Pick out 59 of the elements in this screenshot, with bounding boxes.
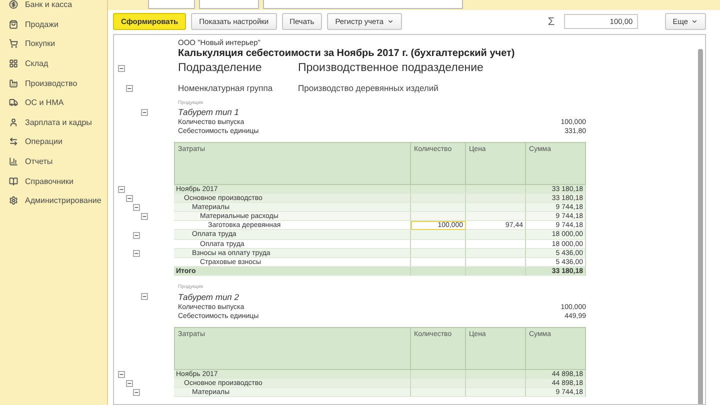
- sidebar-item[interactable]: Справочники: [0, 171, 107, 191]
- shopping-bag-icon: [9, 20, 18, 29]
- sidebar-item[interactable]: Администрирование: [0, 190, 107, 211]
- collapse-icon[interactable]: [118, 64, 125, 72]
- collapse-icon[interactable]: [118, 370, 125, 378]
- table-cell: [466, 230, 526, 240]
- table-cell[interactable]: [411, 194, 466, 204]
- caret-icon: [386, 18, 394, 25]
- book-icon: [9, 176, 18, 186]
- sidebar-item[interactable]: Зарплата и кадры: [0, 112, 107, 132]
- collapse-icon[interactable]: [126, 195, 132, 202]
- table-cell[interactable]: [411, 185, 466, 194]
- department-value: Производственное подразделение: [298, 62, 484, 74]
- table-cell: [466, 379, 526, 388]
- collapse-icon[interactable]: [133, 389, 140, 396]
- collapse-icon[interactable]: [126, 84, 132, 92]
- department-label: Подразделение: [178, 62, 263, 74]
- product-name: Табурет тип 2: [177, 292, 240, 302]
- table-cell[interactable]: [411, 388, 466, 398]
- group-value: Производство деревянных изделий: [298, 83, 440, 93]
- cart-icon: [9, 39, 18, 48]
- table-cell: [466, 194, 526, 204]
- sidebar-item[interactable]: Отчеты: [0, 152, 107, 172]
- person-icon: [9, 118, 18, 127]
- grid-icon: [9, 59, 18, 68]
- sidebar-item[interactable]: Производство: [0, 73, 107, 93]
- table-cell: [466, 203, 526, 212]
- collapse-icon[interactable]: [126, 380, 132, 388]
- table-cell[interactable]: [411, 379, 466, 388]
- sidebar-item[interactable]: Продажи: [0, 14, 107, 34]
- table-cell[interactable]: [411, 212, 466, 222]
- sidebar-item[interactable]: Покупки: [0, 34, 107, 54]
- sidebar-item[interactable]: Операции: [0, 132, 107, 152]
- truck-icon: [9, 98, 18, 108]
- sidebar-item[interactable]: Банк и касса: [0, 0, 107, 15]
- sidebar-item[interactable]: ОС и НМА: [0, 92, 107, 113]
- caret-icon: [691, 18, 698, 25]
- settings-icon: [9, 196, 18, 206]
- table-cell: [466, 185, 526, 194]
- sum-label: Σ: [548, 16, 555, 28]
- factory-icon: [9, 78, 18, 88]
- collapse-icon[interactable]: [140, 293, 148, 300]
- collapse-icon[interactable]: [133, 232, 140, 239]
- coin-icon: [9, 0, 18, 10]
- report-title: Калькуляция себестоимости за Ноябрь 2017 г. (бухгалтерский учет): [177, 48, 516, 58]
- table-cell[interactable]: [411, 203, 466, 212]
- arrows-icon: [9, 137, 18, 146]
- product-name: Табурет тип 1: [177, 107, 240, 117]
- collapse-icon[interactable]: [133, 204, 140, 212]
- sidebar-item[interactable]: Склад: [0, 54, 107, 74]
- table-cell: [466, 212, 526, 222]
- collapse-icon[interactable]: [118, 186, 125, 194]
- collapse-icon[interactable]: [133, 250, 140, 257]
- collapse-icon[interactable]: [140, 108, 148, 116]
- group-label: Номенклатурная группа: [178, 83, 274, 93]
- table-cell: [466, 388, 526, 398]
- collapse-icon[interactable]: [140, 213, 148, 220]
- table-cell[interactable]: [411, 230, 466, 240]
- bar-chart-icon: [9, 157, 18, 166]
